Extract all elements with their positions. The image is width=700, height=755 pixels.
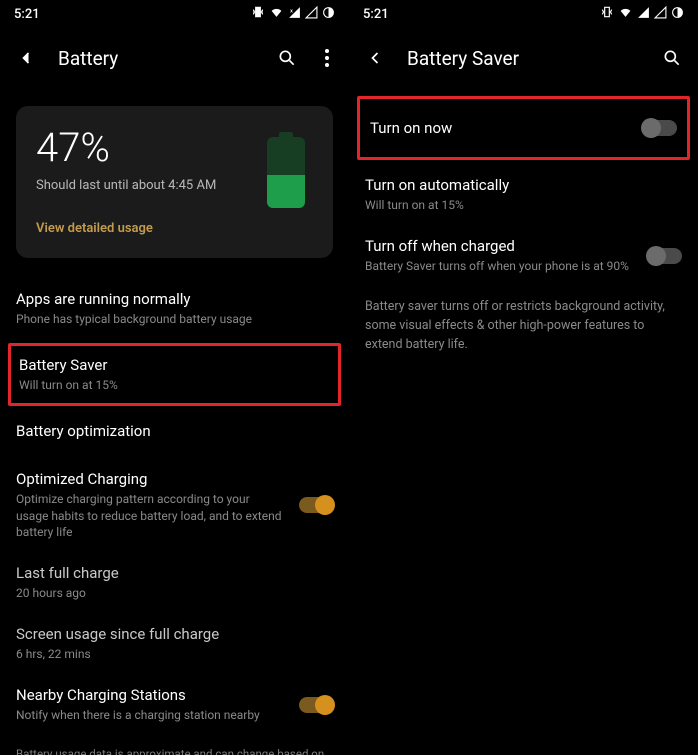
view-detailed-link[interactable]: View detailed usage (36, 221, 313, 236)
signal-icon (637, 6, 650, 23)
apps-running-item[interactable]: Apps are running normally Phone has typi… (16, 278, 333, 339)
page-title: Battery Saver (407, 47, 640, 70)
nearby-charging-item[interactable]: Nearby Charging Stations Notify when the… (16, 674, 333, 735)
battery-level-icon (267, 132, 305, 208)
item-label: Turn on now (370, 119, 629, 137)
signal2-icon (305, 6, 318, 23)
battery-footnote: Battery usage data is approximate and ca… (16, 746, 333, 755)
item-label: Turn off when charged (365, 237, 634, 255)
nearby-charging-toggle[interactable] (299, 697, 333, 713)
item-label: Battery Saver (19, 356, 330, 374)
back-button[interactable] (14, 46, 38, 70)
item-sub: Optimize charging pattern according to y… (16, 491, 285, 540)
turn-on-auto-item[interactable]: Turn on automatically Will turn on at 15… (365, 164, 682, 225)
item-label: Last full charge (16, 564, 333, 582)
turn-on-now-toggle[interactable] (643, 120, 677, 136)
item-label: Nearby Charging Stations (16, 686, 285, 704)
item-sub: 20 hours ago (16, 585, 333, 601)
battery-saver-item[interactable]: Battery Saver Will turn on at 15% (8, 343, 341, 406)
status-time: 5:21 (14, 7, 40, 22)
status-bar: 5:21 (349, 0, 698, 28)
header: Battery (0, 28, 349, 88)
last-full-charge-item: Last full charge 20 hours ago (16, 552, 333, 613)
search-button[interactable] (275, 46, 299, 70)
item-label: Optimized Charging (16, 470, 285, 488)
item-label: Battery optimization (16, 422, 333, 440)
wifi-icon (618, 6, 633, 23)
item-sub: Will turn on at 15% (19, 377, 330, 393)
back-button[interactable] (363, 46, 387, 70)
turn-on-now-item[interactable]: Turn on now (357, 96, 690, 160)
signal2-icon (654, 6, 667, 23)
status-icons: x (251, 5, 335, 23)
vibrate-icon (251, 5, 265, 23)
screen-usage-item: Screen usage since full charge 6 hrs, 22… (16, 613, 333, 674)
status-time: 5:21 (363, 7, 389, 22)
optimized-charging-item[interactable]: Optimized Charging Optimize charging pat… (16, 458, 333, 552)
vibrate-icon (600, 5, 614, 23)
screen-battery: 5:21 x Battery (0, 0, 349, 755)
item-sub: Notify when there is a charging station … (16, 707, 285, 723)
item-sub: Phone has typical background battery usa… (16, 311, 333, 327)
optimized-charging-toggle[interactable] (299, 497, 333, 513)
battery-status-icon (322, 6, 335, 23)
battery-optimization-item[interactable]: Battery optimization (16, 410, 333, 452)
more-button[interactable] (319, 46, 335, 70)
battery-status-icon (671, 6, 684, 23)
header: Battery Saver (349, 28, 698, 88)
page-title: Battery (58, 47, 255, 70)
item-sub: Will turn on at 15% (365, 197, 682, 213)
battery-card[interactable]: 47% Should last until about 4:45 AM View… (16, 106, 333, 258)
status-bar: 5:21 x (0, 0, 349, 28)
turn-off-charged-item[interactable]: Turn off when charged Battery Saver turn… (365, 225, 682, 286)
status-icons (600, 5, 684, 23)
signal-icon: x (288, 6, 301, 23)
item-label: Apps are running normally (16, 290, 333, 308)
screen-battery-saver: 5:21 Battery Saver (349, 0, 698, 755)
turn-off-charged-toggle[interactable] (648, 248, 682, 264)
saver-info-text: Battery saver turns off or restricts bac… (365, 286, 682, 366)
item-sub: 6 hrs, 22 mins (16, 646, 333, 662)
item-label: Turn on automatically (365, 176, 682, 194)
svg-text:x: x (290, 8, 293, 14)
wifi-icon (269, 6, 284, 23)
item-sub: Battery Saver turns off when your phone … (365, 258, 634, 274)
search-button[interactable] (660, 46, 684, 70)
item-label: Screen usage since full charge (16, 625, 333, 643)
